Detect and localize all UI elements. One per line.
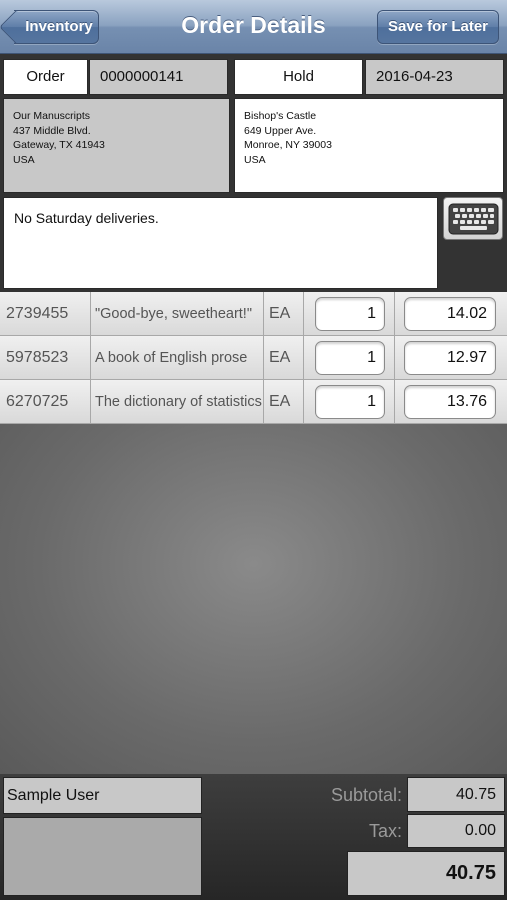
- total-value: 40.75: [347, 851, 505, 896]
- subtotal-value: 40.75: [407, 777, 505, 812]
- item-qty-cell: 1: [304, 336, 395, 380]
- item-price-cell: 13.76: [395, 380, 507, 424]
- order-date: 2016-04-23: [365, 59, 504, 95]
- subtotal-label: Subtotal:: [330, 785, 402, 805]
- status-hold-button[interactable]: Hold: [234, 59, 363, 95]
- item-uom: EA: [264, 336, 304, 380]
- tax-value: 0.00: [407, 814, 505, 848]
- item-qty-cell: 1: [304, 292, 395, 336]
- quantity-field[interactable]: 1: [315, 297, 385, 331]
- item-sku: 5978523: [0, 336, 91, 380]
- keyboard-icon: [448, 203, 499, 235]
- order-number: 0000000141: [89, 59, 228, 95]
- table-row: 6270725 The dictionary of statistics EA …: [0, 380, 507, 424]
- item-description: A book of English prose: [91, 336, 264, 380]
- keyboard-toggle-button[interactable]: [443, 197, 503, 240]
- tax-label: Tax:: [368, 821, 402, 841]
- quantity-field[interactable]: 1: [315, 341, 385, 375]
- order-notes-field[interactable]: No Saturday deliveries.: [3, 197, 438, 289]
- ship-from-line: USA: [13, 153, 35, 166]
- ship-from-line: Gateway, TX 41943: [13, 139, 105, 151]
- item-price-cell: 12.97: [395, 336, 507, 380]
- quantity-field[interactable]: 1: [315, 385, 385, 419]
- save-for-later-button[interactable]: Save for Later: [377, 10, 499, 44]
- price-field[interactable]: 13.76: [404, 385, 496, 419]
- order-label: Order: [3, 59, 88, 95]
- item-sku: 6270725: [0, 380, 91, 424]
- nav-bar: Inventory Order Details Save for Later: [0, 0, 507, 54]
- ship-to-line: Bishop's Castle: [244, 110, 317, 122]
- ship-to-line: Monroe, NY 39003: [244, 139, 332, 151]
- item-description: The dictionary of statistics: [91, 380, 264, 424]
- ship-to-line: USA: [244, 153, 266, 166]
- item-qty-cell: 1: [304, 380, 395, 424]
- price-field[interactable]: 14.02: [404, 297, 496, 331]
- user-name-field: Sample User: [3, 777, 202, 814]
- item-uom: EA: [264, 292, 304, 336]
- ship-to-address[interactable]: Bishop's Castle 649 Upper Ave. Monroe, N…: [234, 98, 504, 193]
- signature-box[interactable]: [3, 817, 202, 896]
- ship-from-address: Our Manuscripts 437 Middle Blvd. Gateway…: [3, 98, 230, 193]
- ship-to-line: 649 Upper Ave.: [244, 124, 317, 137]
- ship-from-line: Our Manuscripts: [13, 110, 91, 122]
- empty-items-area: [0, 424, 507, 774]
- ship-from-line: 437 Middle Blvd.: [13, 124, 91, 137]
- price-field[interactable]: 12.97: [404, 341, 496, 375]
- line-items-table: 2739455 "Good-bye, sweetheart!" EA 1 14.…: [0, 292, 507, 424]
- item-sku: 2739455: [0, 292, 91, 336]
- table-row: 5978523 A book of English prose EA 1 12.…: [0, 336, 507, 380]
- item-price-cell: 14.02: [395, 292, 507, 336]
- table-row: 2739455 "Good-bye, sweetheart!" EA 1 14.…: [0, 292, 507, 336]
- item-uom: EA: [264, 380, 304, 424]
- item-description: "Good-bye, sweetheart!": [91, 292, 264, 336]
